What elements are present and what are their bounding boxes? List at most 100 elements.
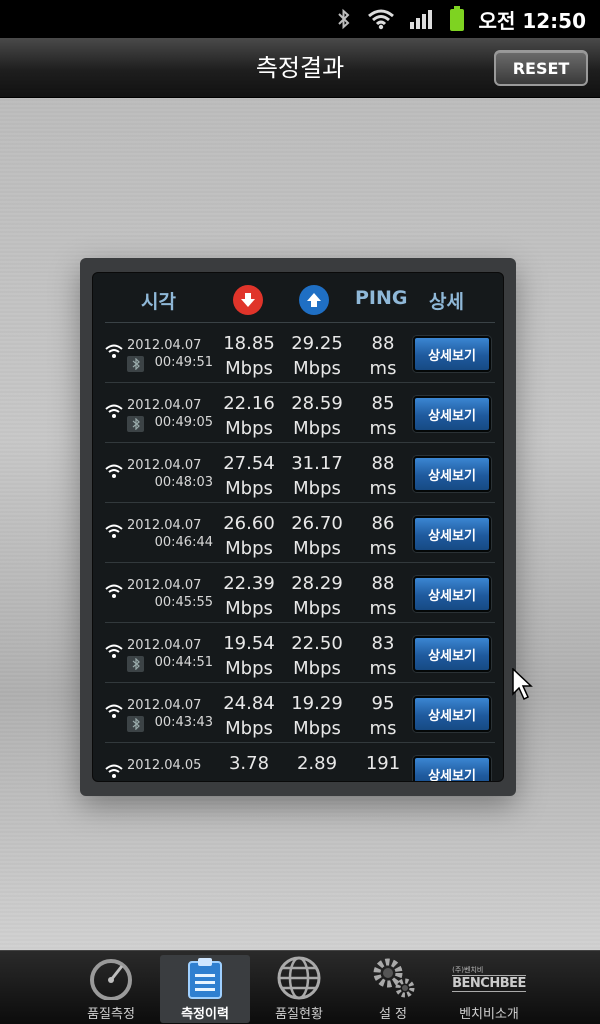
row-time: 00:49:51 <box>154 355 213 370</box>
title-bar: 측정결과 RESET <box>0 38 600 98</box>
row-ping: 95 <box>371 693 395 714</box>
row-download-unit: Mbps <box>225 598 273 619</box>
nav-label-history: 측정이력 <box>181 1007 229 1022</box>
table-row: 2012.04.07 00:46:44 26.60 Mbps 26.70 Mbps 86 ms… <box>105 503 495 563</box>
wifi-icon <box>105 763 123 779</box>
bottom-nav: 품질측정 측정이력 품질현황 설 정 (주)벤치비 BENCHBEE 벤치비소개 <box>0 950 600 1024</box>
table-body[interactable]: 2012.04.07 00:49:51 18.85 Mbps 29.25 Mbps 88 ms… <box>93 323 503 781</box>
row-ping-unit: ms <box>369 478 397 499</box>
row-ping-unit: ms <box>369 658 397 679</box>
row-upload-unit: Mbps <box>293 538 341 559</box>
table-row: 2012.04.05 3.78 2.89 191 상세보기 <box>105 743 495 781</box>
row-upload: 28.59 <box>291 393 343 414</box>
table-row: 2012.04.07 00:49:05 22.16 Mbps 28.59 Mbps 85 ms… <box>105 383 495 443</box>
row-upload: 19.29 <box>291 693 343 714</box>
row-date: 2012.04.07 <box>127 338 202 353</box>
row-download: 3.78 <box>228 753 270 774</box>
row-time: 00:44:51 <box>154 655 213 670</box>
row-download-unit: Mbps <box>225 718 273 739</box>
row-ping: 86 <box>371 513 395 534</box>
detail-button[interactable]: 상세보기 <box>413 756 491 781</box>
row-ping: 88 <box>371 573 395 594</box>
row-ping: 88 <box>371 333 395 354</box>
row-upload: 26.70 <box>291 513 343 534</box>
row-upload-unit: Mbps <box>293 418 341 439</box>
results-panel: 시각 PING 상세 2012.04.07 00:49:51 18.85 Mbps 29… <box>80 258 516 796</box>
nav-item-about[interactable]: (주)벤치비 BENCHBEE 벤치비소개 <box>444 955 534 1023</box>
row-ping: 85 <box>371 393 395 414</box>
wifi-icon <box>105 523 123 539</box>
row-upload: 31.17 <box>291 453 343 474</box>
row-ping: 191 <box>365 753 401 774</box>
wifi-icon <box>105 463 123 479</box>
detail-button[interactable]: 상세보기 <box>413 336 491 372</box>
table-row: 2012.04.07 00:49:51 18.85 Mbps 29.25 Mbps 88 ms… <box>105 323 495 383</box>
row-upload-unit: Mbps <box>293 658 341 679</box>
detail-button[interactable]: 상세보기 <box>413 396 491 432</box>
row-upload: 29.25 <box>291 333 343 354</box>
wifi-icon <box>105 343 123 359</box>
row-ping: 88 <box>371 453 395 474</box>
nav-item-settings[interactable]: 설 정 <box>348 955 438 1023</box>
detail-button[interactable]: 상세보기 <box>413 696 491 732</box>
row-date: 2012.04.05 <box>127 758 202 773</box>
row-time: 00:45:55 <box>154 595 213 610</box>
row-download-unit: Mbps <box>225 418 273 439</box>
row-time: 00:49:05 <box>154 415 213 430</box>
row-download: 22.16 <box>223 393 275 414</box>
download-arrow-icon <box>233 285 263 315</box>
nav-item-measure[interactable]: 품질측정 <box>66 955 156 1023</box>
table-row: 2012.04.07 00:48:03 27.54 Mbps 31.17 Mbps 88 ms… <box>105 443 495 503</box>
row-upload-unit: Mbps <box>293 598 341 619</box>
logo-text: BENCHBEE <box>452 974 526 992</box>
row-ping-unit: ms <box>369 418 397 439</box>
detail-button[interactable]: 상세보기 <box>413 456 491 492</box>
header-ping: PING <box>355 287 408 309</box>
row-date: 2012.04.07 <box>127 398 202 413</box>
upload-arrow-icon <box>299 285 329 315</box>
wifi-icon <box>105 703 123 719</box>
row-time: 00:43:43 <box>154 715 213 730</box>
globe-icon <box>276 955 322 1001</box>
row-upload: 2.89 <box>296 753 338 774</box>
table-row: 2012.04.07 00:45:55 22.39 Mbps 28.29 Mbps 88 ms… <box>105 563 495 623</box>
row-upload-unit: Mbps <box>293 358 341 379</box>
table-row: 2012.04.07 00:43:43 24.84 Mbps 19.29 Mbps 95 ms… <box>105 683 495 743</box>
main-area: 시각 PING 상세 2012.04.07 00:49:51 18.85 Mbps 29… <box>0 98 600 950</box>
detail-button[interactable]: 상세보기 <box>413 576 491 612</box>
row-date: 2012.04.07 <box>127 698 202 713</box>
nav-item-status[interactable]: 품질현황 <box>254 955 344 1023</box>
nav-item-history[interactable]: 측정이력 <box>160 955 250 1023</box>
battery-icon <box>449 6 465 32</box>
row-download: 18.85 <box>223 333 275 354</box>
mouse-pointer-icon <box>512 667 534 706</box>
row-ping-unit: ms <box>369 358 397 379</box>
row-upload-unit: Mbps <box>293 478 341 499</box>
gears-icon <box>368 955 418 1001</box>
row-date: 2012.04.07 <box>127 578 202 593</box>
row-date: 2012.04.07 <box>127 638 202 653</box>
table-header: 시각 PING 상세 <box>93 273 503 325</box>
row-upload: 28.29 <box>291 573 343 594</box>
row-date: 2012.04.07 <box>127 458 202 473</box>
status-ampm: 오전 <box>478 8 516 33</box>
detail-button[interactable]: 상세보기 <box>413 516 491 552</box>
nav-label-status: 품질현황 <box>275 1007 323 1022</box>
detail-button[interactable]: 상세보기 <box>413 636 491 672</box>
row-ping-unit: ms <box>369 538 397 559</box>
row-download: 24.84 <box>223 693 275 714</box>
row-download: 26.60 <box>223 513 275 534</box>
header-detail: 상세 <box>429 291 464 313</box>
row-download-unit: Mbps <box>225 478 273 499</box>
row-download-unit: Mbps <box>225 358 273 379</box>
row-download: 27.54 <box>223 453 275 474</box>
nav-label-settings: 설 정 <box>378 1007 408 1022</box>
status-time: 12:50 <box>522 8 586 33</box>
bluetooth-icon <box>335 8 353 30</box>
reset-button[interactable]: RESET <box>494 50 588 86</box>
benchbee-logo: (주)벤치비 BENCHBEE <box>452 955 526 1001</box>
row-upload-unit: Mbps <box>293 718 341 739</box>
row-download: 19.54 <box>223 633 275 654</box>
row-download: 22.39 <box>223 573 275 594</box>
row-time: 00:48:03 <box>154 475 213 490</box>
